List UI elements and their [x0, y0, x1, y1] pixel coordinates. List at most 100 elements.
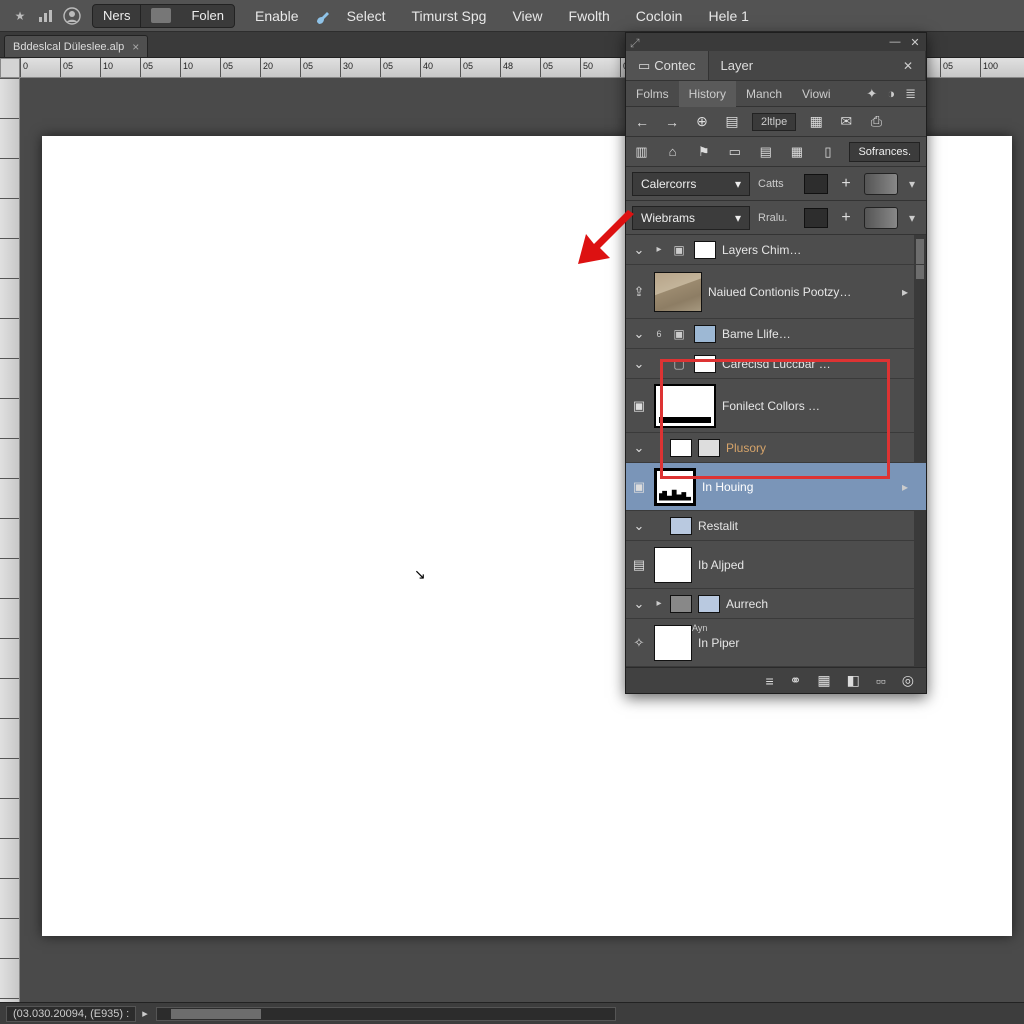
subtab-folms[interactable]: Folms	[626, 81, 679, 107]
layer-thumbnail[interactable]	[654, 547, 692, 583]
menu-select[interactable]: Select	[335, 0, 398, 32]
layers-icon[interactable]: ▥	[632, 144, 651, 160]
grid-icon[interactable]: ▦	[817, 672, 830, 689]
home-icon[interactable]: ⌂	[663, 144, 682, 159]
select-calercorrs[interactable]: Calercorrs ▾	[632, 172, 750, 196]
layer-name[interactable]: Aurrech	[726, 597, 912, 611]
pill-left[interactable]: Ners	[93, 5, 141, 27]
layer-row[interactable]: ▣ Fonilect Collors …	[626, 379, 926, 433]
expand-icon[interactable]: ▸	[654, 598, 664, 609]
expand-icon[interactable]: ▸	[654, 244, 664, 255]
layer-name[interactable]: Ib Aljped	[698, 558, 912, 572]
zoom-icon[interactable]: ⊕	[692, 113, 712, 130]
layer-name[interactable]: Fonilect Collors …	[722, 399, 912, 413]
add-icon[interactable]: +	[836, 209, 856, 227]
layer-thumbnail[interactable]	[694, 355, 716, 373]
nav-chip[interactable]: 2ltlpe	[752, 113, 796, 131]
layer-badge-icon[interactable]: ▣	[630, 479, 648, 495]
chevron-down-icon[interactable]: ▾	[906, 177, 918, 191]
close-icon[interactable]: ✕	[903, 59, 913, 73]
fx-icon[interactable]: ✧	[630, 635, 648, 651]
swatch-thumb-2[interactable]	[804, 208, 828, 228]
visibility-toggle-icon[interactable]: ⌄	[630, 596, 648, 612]
add-icon[interactable]: +	[836, 175, 856, 193]
layer-name[interactable]: Layers Chim…	[722, 243, 912, 257]
menu-cocloin[interactable]: Cocloin	[624, 0, 695, 32]
layer-row-selected[interactable]: ▣ In Houing ▸	[626, 463, 926, 511]
new-icon[interactable]: ▫▫	[876, 673, 886, 689]
menu-fwolth[interactable]: Fwolth	[557, 0, 622, 32]
chevron-right-icon[interactable]: ▸	[902, 285, 912, 299]
forward-icon[interactable]: →	[662, 114, 682, 130]
menu-enable[interactable]: Enable	[243, 0, 311, 32]
horizontal-scrollbar[interactable]	[156, 1007, 616, 1021]
layer-row[interactable]: ⌄ ▢ Carecisd Luccbar …	[626, 349, 926, 379]
layer-row[interactable]: ⌄ 6 ▣ Bame Llife…	[626, 319, 926, 349]
layer-thumbnail[interactable]	[694, 241, 716, 259]
toggle-2[interactable]	[864, 207, 898, 229]
layer-name[interactable]: In Piper	[698, 636, 912, 650]
layer-row[interactable]: ✧ Ayn In Piper	[626, 619, 926, 667]
layer-thumbnail[interactable]	[654, 468, 696, 506]
layer-row[interactable]: ⌄ ▸ Aurrech	[626, 589, 926, 619]
panel-grip-icon[interactable]: ⤢	[630, 36, 640, 51]
tool-icon[interactable]: ▤	[630, 557, 648, 573]
print-icon[interactable]: ⎙	[866, 113, 886, 130]
chat-icon[interactable]: ▤	[756, 144, 775, 160]
tool-icon[interactable]: ▣	[630, 398, 648, 414]
flag-icon[interactable]: ⚑	[694, 144, 713, 160]
chart-icon[interactable]	[34, 4, 58, 28]
visibility-toggle-icon[interactable]: ⌄	[630, 242, 648, 258]
chevron-down-icon[interactable]: ▾	[906, 211, 918, 225]
chevron-right-icon[interactable]: ▸	[902, 480, 912, 494]
minimize-icon[interactable]: —	[888, 36, 902, 48]
swatch-icon[interactable]: ▦	[787, 144, 806, 160]
menu-icon[interactable]: ≡	[765, 673, 773, 689]
menu-timurst[interactable]: Timurst Spg	[400, 0, 499, 32]
grid-icon[interactable]: ▦	[806, 113, 826, 130]
layer-row[interactable]: ⌄ Restalit	[626, 511, 926, 541]
layer-name[interactable]: Plusory	[726, 441, 912, 455]
panel-titlebar[interactable]: ⤢ — ✕	[626, 33, 926, 51]
sofrances-button[interactable]: Sofrances.	[849, 142, 920, 162]
menu-view[interactable]: View	[500, 0, 554, 32]
mask-icon[interactable]: ◧	[847, 672, 860, 689]
panel-tab-layer[interactable]: Layer ✕	[709, 51, 927, 80]
star-icon[interactable]: ★	[8, 4, 32, 28]
layer-thumbnail[interactable]	[670, 517, 692, 535]
subtab-history[interactable]: History	[679, 81, 736, 107]
rect-icon[interactable]: ▭	[725, 144, 744, 160]
menu-icon[interactable]: ≣	[905, 86, 916, 102]
status-dropdown-icon[interactable]: ▸	[142, 1007, 148, 1020]
layer-row[interactable]: ⌄ Plusory	[626, 433, 926, 463]
layer-thumbnail[interactable]	[654, 272, 702, 312]
visibility-toggle-icon[interactable]: ⌄	[630, 440, 648, 456]
layer-row-group-header[interactable]: ⌄ ▸ ▣ Layers Chim…	[626, 235, 926, 265]
layer-mask-thumbnail[interactable]	[698, 595, 720, 613]
scrollbar-thumb[interactable]	[171, 1009, 261, 1019]
close-icon[interactable]: ✕	[908, 36, 922, 48]
user-icon[interactable]	[60, 4, 84, 28]
eye-icon[interactable]: ◑	[887, 86, 895, 102]
layer-name[interactable]: Bame Llife…	[722, 327, 912, 341]
link-icon[interactable]: ⚭	[790, 672, 802, 689]
wand-icon[interactable]: ✦	[866, 86, 877, 102]
select-wiebrams[interactable]: Wiebrams ▾	[632, 206, 750, 230]
subtab-manch[interactable]: Manch	[736, 81, 792, 107]
back-icon[interactable]: ←	[632, 114, 652, 130]
swatch-thumb-1[interactable]	[804, 174, 828, 194]
close-icon[interactable]: ×	[132, 40, 139, 54]
layer-mask-thumbnail[interactable]	[698, 439, 720, 457]
layer-name[interactable]: Restalit	[698, 519, 912, 533]
ruler-vertical[interactable]	[0, 78, 20, 1002]
pill-right[interactable]: Folen	[181, 5, 234, 27]
document-tab[interactable]: Bddeslcal Düleslee.alp ×	[4, 35, 148, 57]
layer-row[interactable]: ▤ Ib Aljped	[626, 541, 926, 589]
target-icon[interactable]: ◎	[902, 672, 914, 689]
doc-icon[interactable]: ▤	[722, 113, 742, 130]
brush-icon[interactable]	[313, 6, 333, 26]
menu-hele1[interactable]: Hele 1	[696, 0, 760, 32]
layer-name[interactable]: Carecisd Luccbar …	[722, 357, 912, 371]
layer-row[interactable]: ⇪ Naiued Contionis Pootzy… ▸	[626, 265, 926, 319]
visibility-toggle-icon[interactable]: ⌄	[630, 356, 648, 372]
